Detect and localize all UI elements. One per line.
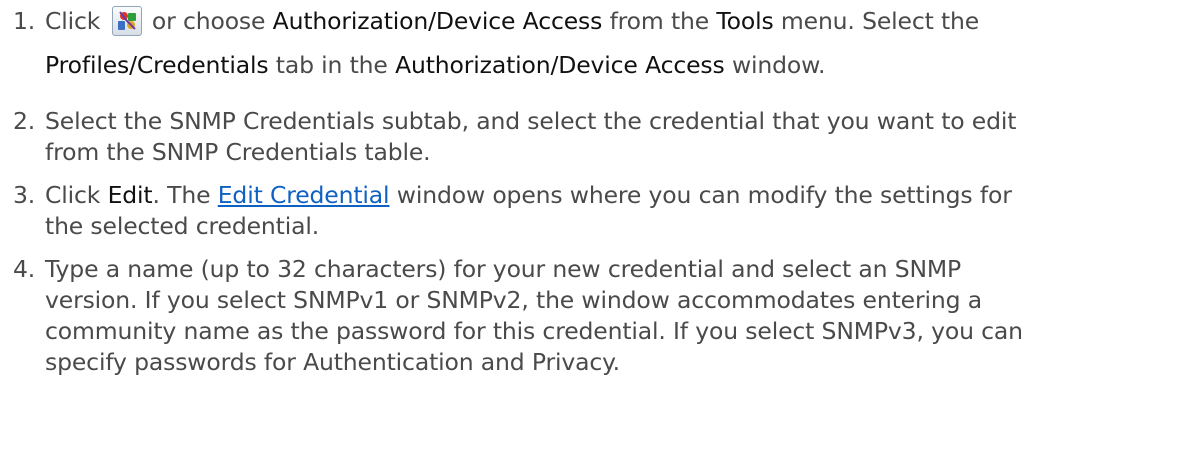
step-text: . The <box>152 181 211 209</box>
step-4-line-3: community name as the password for this … <box>45 317 1023 345</box>
step-text: menu. Select the <box>780 7 980 35</box>
step-4-line-1: Type a name (up to 32 characters) for yo… <box>45 255 962 283</box>
authorization-device-access-button[interactable] <box>111 6 142 36</box>
step-text: Click <box>45 7 101 35</box>
authorization-device-access-icon <box>117 11 136 30</box>
window-name-authorization-device-access: Authorization/Device Access <box>395 51 725 79</box>
edit-credential-link[interactable]: Edit Credential <box>218 181 390 209</box>
step-number: 3. <box>13 181 36 209</box>
step-text: window opens where you can modify the se… <box>396 181 1012 209</box>
instruction-steps: 1. Click or choose Authorization/Device … <box>0 0 1204 475</box>
step-4-line-2: version. If you select SNMPv1 or SNMPv2,… <box>45 286 982 314</box>
menu-name-tools: Tools <box>716 7 774 35</box>
button-name-edit: Edit <box>107 181 153 209</box>
step-2-line-2: from the SNMP Credentials table. <box>45 138 431 166</box>
step-text: Click <box>45 181 101 209</box>
step-text: or choose <box>151 7 266 35</box>
step-number: 4. <box>13 255 36 283</box>
step-number: 1. <box>13 7 36 35</box>
step-text: from the <box>609 7 710 35</box>
tab-name-profiles-credentials: Profiles/Credentials <box>45 51 269 79</box>
menu-command-authorization-device-access: Authorization/Device Access <box>272 7 603 35</box>
step-2-line-1: Select the SNMP Credentials subtab, and … <box>45 107 1017 135</box>
step-4-line-4: specify passwords for Authentication and… <box>45 348 620 376</box>
step-1-line-2: Profiles/Credentials tab in the Authoriz… <box>45 48 826 82</box>
step-3-line-1: Click Edit. The Edit Credential window o… <box>45 178 1012 212</box>
step-1-line-1: Click or choose Authorization/Device Acc… <box>45 4 979 38</box>
step-text: window. <box>731 51 826 79</box>
step-number: 2. <box>13 107 36 135</box>
step-3-line-2: the selected credential. <box>45 212 320 240</box>
step-text: tab in the <box>275 51 388 79</box>
